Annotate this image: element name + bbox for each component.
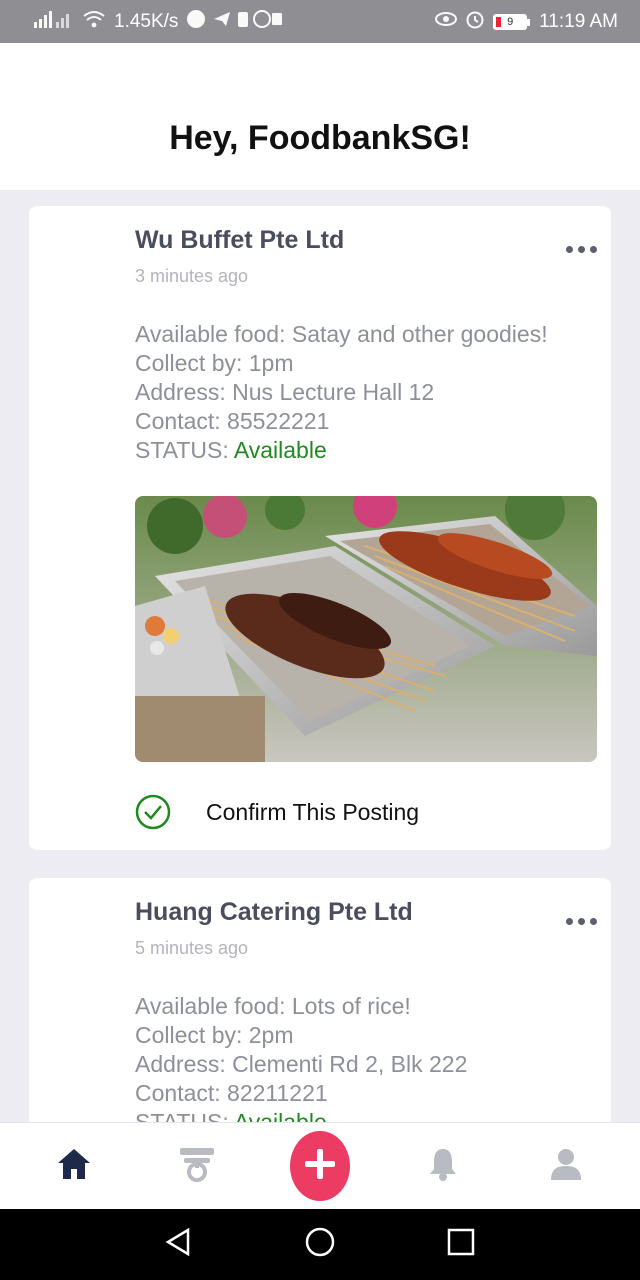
dot-icon [566,246,573,253]
wifi-icon [82,10,106,33]
address-value: Clementi Rd 2, Blk 222 [232,1051,468,1077]
address-value: Nus Lecture Hall 12 [232,379,435,405]
dot-icon [590,246,597,253]
add-post-button[interactable] [289,1131,350,1201]
battery-level: 9 [507,15,514,28]
system-nav-bar [0,1209,640,1280]
profile-icon [549,1147,583,1186]
contact-value: 82211221 [227,1080,328,1106]
nav-profile[interactable] [536,1136,596,1196]
contact-value: 85522221 [227,408,330,434]
post-details: Available food: Lots of rice! Collect by… [135,992,467,1122]
food-value: Lots of rice! [291,993,411,1019]
recents-button[interactable] [436,1220,486,1270]
contact-label: Contact: [135,1080,228,1106]
bell-icon [428,1147,458,1186]
collect-line: Collect by: 1pm [135,349,548,378]
dot-icon [578,246,585,253]
more-options-button[interactable] [566,240,597,259]
address-label: Address: [135,1051,233,1077]
status-left: 1.45K/s [34,9,283,34]
post-card: Wu Buffet Pte Ltd 3 minutes ago Availabl… [29,206,611,850]
status-bar: 1.45K/s 9 11:19 AM [0,0,640,43]
status-badge: Available [233,1109,327,1122]
signal-icon [34,10,74,33]
posts-feed[interactable]: Wu Buffet Pte Ltd 3 minutes ago Availabl… [0,190,640,1122]
network-speed: 1.45K/s [114,10,179,32]
collect-line: Collect by: 2pm [135,1021,467,1050]
dot-icon [578,918,585,925]
battery-icon: 9 [493,13,531,30]
nav-home[interactable] [44,1136,104,1196]
post-company-name: Wu Buffet Pte Ltd [135,226,345,254]
status-label: STATUS: [135,437,234,463]
status-line: STATUS: Available [135,436,548,465]
nav-donations[interactable] [167,1136,227,1196]
alarm-icon [465,9,485,34]
food-label: Available food: [135,993,292,1019]
post-timestamp: 3 minutes ago [135,266,249,286]
home-button[interactable] [295,1220,345,1270]
collect-label: Collect by: [135,1022,249,1048]
collect-value: 2pm [248,1022,294,1048]
recents-square-icon [447,1228,475,1261]
home-icon [56,1147,92,1186]
back-button[interactable] [154,1220,204,1270]
dot-icon [566,918,573,925]
food-photo[interactable] [135,496,597,762]
status-line: STATUS: Available [135,1108,467,1122]
food-line: Available food: Lots of rice! [135,992,467,1021]
contact-line: Contact: 82211221 [135,1079,467,1108]
more-options-button[interactable] [566,912,597,931]
back-triangle-icon [164,1227,194,1262]
clock: 11:19 AM [539,10,618,32]
post-card: Huang Catering Pte Ltd 5 minutes ago Ava… [29,878,611,1122]
home-circle-icon [304,1226,336,1263]
app-notification-icon [186,9,283,34]
nav-add[interactable] [289,1131,350,1201]
header: Hey, FoodbankSG! [0,43,640,190]
address-line: Address: Nus Lecture Hall 12 [135,378,548,407]
status-right: 9 11:19 AM [435,9,618,34]
contact-label: Contact: [135,408,228,434]
food-line: Available food: Satay and other goodies! [135,320,548,349]
status-badge: Available [233,437,327,463]
dot-icon [590,918,597,925]
confirm-posting-button[interactable]: Confirm This Posting [135,794,419,830]
check-circle-icon [135,794,171,830]
contact-line: Contact: 85522221 [135,407,548,436]
post-company-name: Huang Catering Pte Ltd [135,898,413,926]
address-line: Address: Clementi Rd 2, Blk 222 [135,1050,467,1079]
nav-notifications[interactable] [413,1136,473,1196]
food-label: Available food: [135,321,292,347]
confirm-posting-label: Confirm This Posting [206,798,420,825]
donation-icon [178,1146,216,1187]
post-timestamp: 5 minutes ago [135,938,249,958]
food-value: Satay and other goodies! [291,321,548,347]
bottom-nav [0,1122,640,1209]
post-details: Available food: Satay and other goodies!… [135,320,548,465]
address-label: Address: [135,379,233,405]
add-icon [302,1146,338,1187]
collect-label: Collect by: [135,350,249,376]
status-label: STATUS: [135,1109,234,1122]
page-title: Hey, FoodbankSG! [169,119,471,157]
collect-value: 1pm [248,350,294,376]
eye-icon [435,11,458,32]
